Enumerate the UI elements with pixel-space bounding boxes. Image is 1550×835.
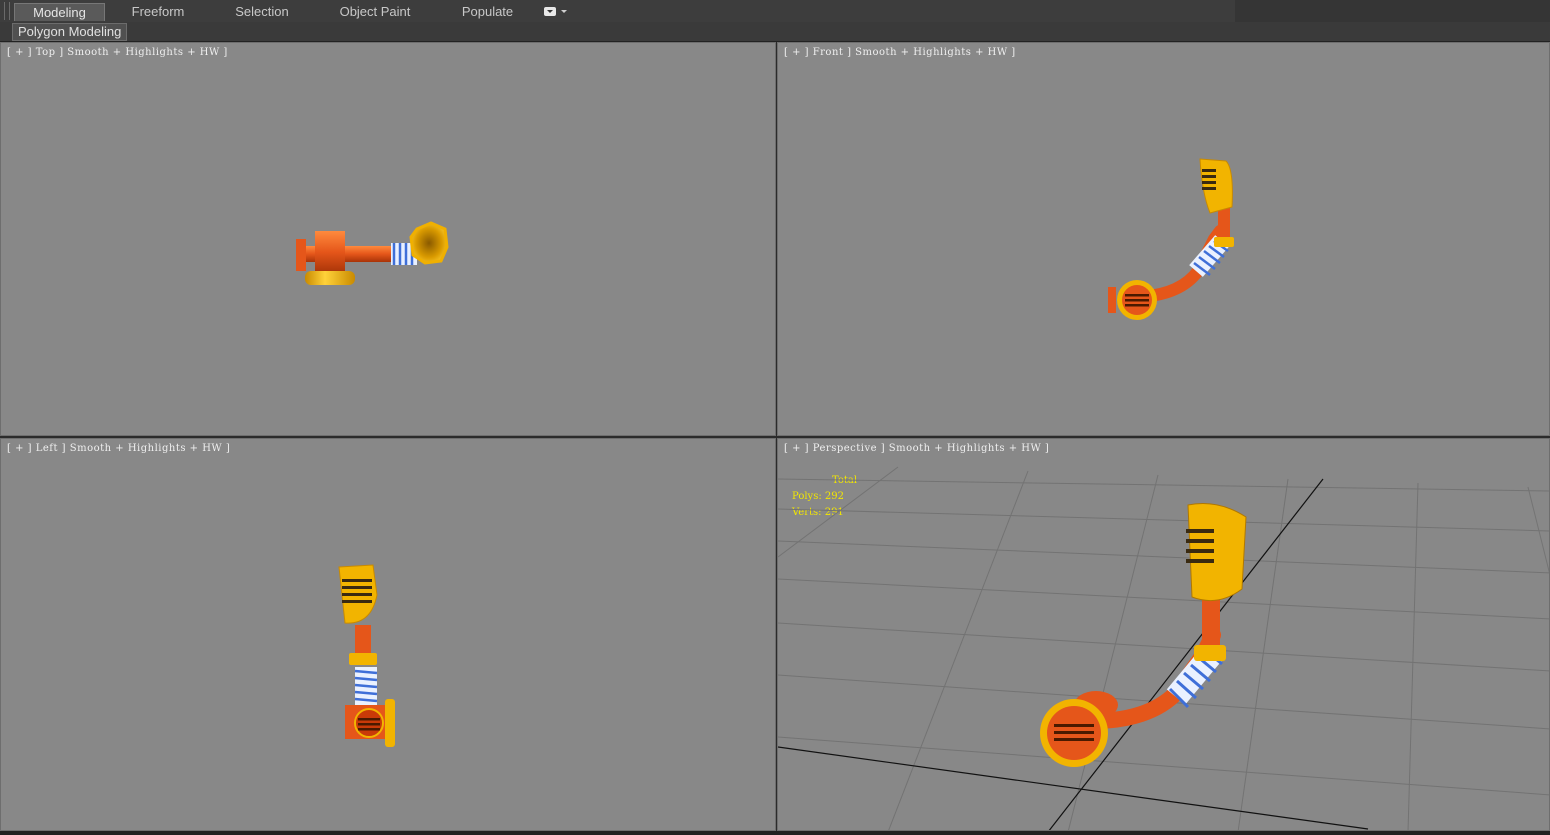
ribbon-tabs-bar: Modeling Freeform Selection Object Paint… <box>0 0 1550 23</box>
bottom-edge <box>0 831 1550 835</box>
tab-freeform[interactable]: Freeform <box>118 3 198 20</box>
viewport-perspective[interactable]: [ + ] Perspective ] Smooth + Highlights … <box>777 438 1550 831</box>
tab-object-paint[interactable]: Object Paint <box>330 3 420 20</box>
ribbon-options-icon <box>544 7 556 16</box>
coil-spring <box>354 667 378 705</box>
world-axes <box>778 478 1369 830</box>
viewport-front[interactable]: [ + ] Front ] Smooth + Highlights + HW ] <box>777 42 1550 436</box>
ribbon-empty-area <box>1235 0 1550 22</box>
ribbon-options-dropdown[interactable] <box>542 6 570 18</box>
left-view-model <box>338 564 395 747</box>
polygon-modeling-panel-label[interactable]: Polygon Modeling <box>12 23 128 41</box>
tab-selection[interactable]: Selection <box>222 3 302 20</box>
viewport-left[interactable]: [ + ] Left ] Smooth + Highlights + HW ] <box>0 438 776 831</box>
tab-populate[interactable]: Populate <box>450 3 525 20</box>
viewport-top[interactable]: [ + ] Top ] Smooth + Highlights + HW ] <box>0 42 776 436</box>
front-view-model <box>1108 158 1234 320</box>
chevron-down-icon <box>561 10 567 13</box>
ribbon-grip[interactable] <box>4 2 10 20</box>
tab-modeling[interactable]: Modeling <box>14 3 105 21</box>
home-grid <box>778 466 1549 830</box>
top-view-model <box>296 221 449 285</box>
perspective-view-model <box>778 466 1549 830</box>
ribbon-panel-bar: Polygon Modeling <box>0 22 1550 42</box>
